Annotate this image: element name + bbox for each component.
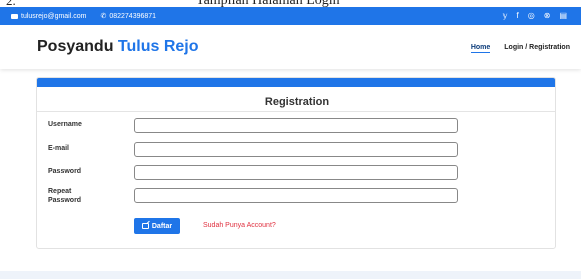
skype-icon[interactable]: ⊗ (544, 11, 551, 20)
password-label: Password (48, 168, 82, 175)
figure-number: 2. (6, 0, 16, 8)
nav-login-registration[interactable]: Login / Registration (504, 44, 570, 53)
social-links: 𝕪 f ◎ ⊗ ▤ (503, 11, 567, 20)
twitter-icon[interactable]: 𝕪 (503, 11, 508, 20)
figure-caption: Tampilan Halaman Login (196, 0, 340, 8)
document-caption: 2. Tampilan Halaman Login (0, 0, 581, 8)
facebook-icon[interactable]: f (517, 11, 519, 20)
contact-email[interactable]: tulusrejo@gmail.com (21, 13, 86, 20)
instagram-icon[interactable]: ◎ (528, 11, 535, 20)
daftar-button[interactable]: Daftar (134, 218, 180, 234)
repeat-password-input[interactable] (134, 188, 458, 203)
password-input[interactable] (134, 165, 458, 180)
email-input[interactable] (134, 142, 458, 157)
form-title: Registration (264, 96, 330, 108)
footer-band (0, 271, 581, 279)
top-info-bar: tulusrejo@gmail.com ✆ 082274396871 𝕪 f ◎… (0, 7, 581, 25)
site-logo[interactable]: Posyandu Tulus Rejo (37, 38, 199, 56)
site-header: Posyandu Tulus Rejo Home Login / Registr… (0, 25, 581, 69)
contact-info: tulusrejo@gmail.com ✆ 082274396871 (11, 12, 156, 20)
linkedin-icon[interactable]: ▤ (559, 11, 567, 20)
main-nav: Home Login / Registration (470, 44, 570, 53)
edit-icon (141, 223, 149, 229)
existing-account-link[interactable]: Sudah Punya Account? (203, 222, 276, 229)
phone-icon: ✆ (100, 13, 107, 20)
repeat-password-label: Repeat Password (48, 188, 82, 204)
page: 2. Tampilan Halaman Login tulusrejo@gmai… (0, 0, 581, 279)
registration-card: Registration Username E-mail Password Re… (36, 77, 556, 249)
nav-home[interactable]: Home (470, 44, 491, 53)
card-accent-strip (37, 78, 555, 87)
brand-prefix: Posyandu (37, 38, 114, 55)
daftar-button-label: Daftar (151, 222, 173, 230)
brand-accent: Tulus Rejo (117, 38, 199, 55)
email-label: E-mail (48, 145, 70, 152)
contact-phone[interactable]: 082274396871 (109, 13, 156, 20)
username-label: Username (48, 121, 82, 128)
envelope-icon (11, 13, 18, 19)
username-input[interactable] (134, 118, 458, 133)
title-divider (37, 111, 555, 112)
